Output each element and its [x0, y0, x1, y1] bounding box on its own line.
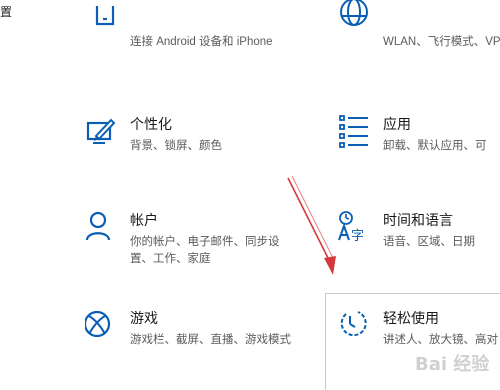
- tile-description: 卸载、默认应用、可: [383, 140, 487, 152]
- tile-title: 轻松使用: [383, 310, 439, 326]
- settings-tile-phone[interactable]: 连接 Android 设备和 iPhone: [85, 6, 295, 84]
- settings-page: 置 连接 Android 设备和 iPhone WLAN、飞行模式、VP 个性化…: [0, 0, 500, 390]
- tile-title: 个性化: [130, 116, 172, 132]
- tile-title: 应用: [383, 116, 411, 132]
- apps-list-icon: [338, 114, 378, 154]
- time-language-icon: 字: [338, 210, 378, 250]
- globe-icon: [338, 0, 378, 34]
- settings-tile-network[interactable]: WLAN、飞行模式、VP: [338, 0, 500, 84]
- tile-description: 游戏栏、截屏、直播、游戏模式: [130, 334, 291, 346]
- svg-text:字: 字: [351, 229, 364, 244]
- tile-title: 帐户: [130, 212, 158, 228]
- tile-title: 时间和语言: [383, 212, 453, 228]
- phone-icon: [85, 0, 125, 34]
- edge-text-fragment: 置: [0, 5, 13, 19]
- tile-description: 你的帐户、电子邮件、同步设 置、工作、家庭: [130, 236, 280, 265]
- tile-description: 语音、区域、日期: [383, 236, 475, 248]
- xbox-icon: [85, 308, 125, 348]
- pen-tablet-icon: [85, 114, 125, 154]
- tile-description: 连接 Android 设备和 iPhone: [130, 36, 273, 48]
- watermark: Bai 经验: [415, 354, 490, 375]
- settings-tile-apps[interactable]: 应用 卸载、默认应用、可: [338, 114, 500, 184]
- ease-of-access-icon: [338, 308, 378, 348]
- tile-description: 讲述人、放大镜、高对: [383, 334, 498, 346]
- settings-tile-time-language[interactable]: 字 时间和语言 语音、区域、日期: [338, 210, 500, 280]
- tile-description: WLAN、飞行模式、VP: [383, 36, 500, 48]
- settings-tile-gaming[interactable]: 游戏 游戏栏、截屏、直播、游戏模式: [85, 308, 295, 378]
- settings-tile-accounts[interactable]: 帐户 你的帐户、电子邮件、同步设 置、工作、家庭: [85, 210, 295, 280]
- tile-description: 背景、锁屏、颜色: [130, 140, 222, 152]
- settings-tile-personalization[interactable]: 个性化 背景、锁屏、颜色: [85, 114, 295, 184]
- person-icon: [85, 210, 125, 250]
- tile-title: 游戏: [130, 310, 158, 326]
